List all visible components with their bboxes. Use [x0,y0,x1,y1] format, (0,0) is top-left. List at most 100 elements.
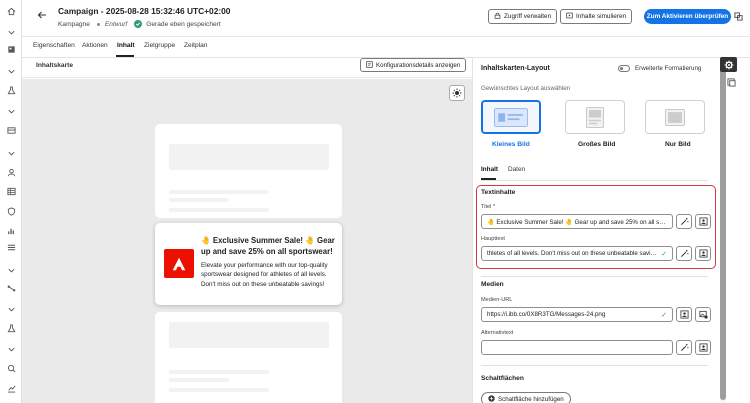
body-input[interactable]: thletes of all levels. Don't miss out on… [481,246,673,261]
layout-image-only[interactable] [645,100,705,134]
body-field-label: Haupttext [481,236,505,242]
card-body: Elevate your performance with our top-qu… [201,262,328,288]
skeleton-block [169,322,329,348]
chevron-down-icon[interactable] [5,264,17,276]
panel-title: Inhaltskarten-Layout [481,65,550,72]
media-url-input[interactable]: https://i.ibb.co/0X8R3TG/Messages-24.png… [481,307,673,322]
placeholder-card [155,312,342,403]
section-divider [481,365,708,366]
manage-access-button[interactable]: Zugriff verwalten [488,9,558,24]
tab-properties[interactable]: Eigenschaften [33,42,75,49]
review-activate-button[interactable]: Zum Aktivieren überprüfen [644,9,731,24]
ai-generate-button[interactable] [676,214,692,229]
layers-icon[interactable] [733,10,744,22]
skeleton-line [169,378,229,382]
content-card-preview[interactable]: 🤚 Exclusive Summer Sale! 🤚 Gear up and s… [155,223,342,305]
buttons-heading: Schaltflächen [481,375,524,382]
chevron-down-icon[interactable] [5,105,17,117]
text-content-heading: Textinhalte [481,189,516,196]
chevron-down-icon[interactable] [5,65,17,77]
alt-text-label: Alternativtext [481,330,514,336]
bar-chart-icon[interactable] [5,224,17,236]
small-image-layout-icon [494,107,528,127]
status-badge: Entwurf [104,20,128,28]
magic-wand-icon [680,343,688,352]
list-icon[interactable] [5,241,17,253]
title-input[interactable]: 🤚 Exclusive Summer Sale! 🤚 Gear up and s… [481,214,673,229]
skeleton-line [169,198,229,202]
scrollbar-thumb[interactable] [720,60,726,400]
advanced-formatting-toggle[interactable] [618,65,630,72]
profile-icon[interactable] [5,166,17,178]
subtab-content[interactable]: Inhalt [481,166,498,173]
personalize-icon [679,310,689,319]
tab-actions[interactable]: Aktionen [82,42,108,49]
status-dot-icon [96,22,100,26]
simulate-content-button[interactable]: Inhalte simulieren [560,9,633,24]
back-arrow-icon[interactable] [36,9,48,21]
flask-icon[interactable] [5,322,17,334]
layout-large-image[interactable] [565,100,625,134]
add-button-button[interactable]: Schaltfläche hinzufügen [481,392,571,403]
campaign-meta: Kampagne Entwurf Gerade eben gespeichert [58,20,221,28]
image-add-icon [698,310,708,319]
chevron-down-icon[interactable] [5,303,17,315]
select-asset-button[interactable] [695,307,711,322]
page-header: Campaign - 2025-08-28 15:32:46 UTC+02:00… [22,0,750,37]
skeleton-line [169,370,269,374]
active-tab-indicator [116,55,134,57]
grid-icon[interactable] [5,185,17,197]
journey-icon[interactable] [5,282,17,294]
tab-audience[interactable]: Zielgruppe [144,42,175,49]
layout-image-only-label: Nur Bild [665,141,691,148]
magic-wand-icon [680,249,688,258]
tab-content[interactable]: Inhalt [117,42,135,49]
check-icon: ✓ [661,250,667,258]
active-subtab-indicator [481,178,496,180]
tab-schedule[interactable]: Zeitplan [184,42,207,49]
subtab-divider [481,180,708,181]
advanced-formatting-label: Erweiterte Formatierung [635,65,702,72]
tab-bar: Eigenschaften Aktionen Inhalt Zielgruppe… [22,37,750,58]
show-config-label: Konfigurationsdetails anzeigen [376,61,461,69]
theme-toggle-icon[interactable] [449,85,465,101]
skeleton-block [169,144,329,170]
gear-icon[interactable] [720,57,737,72]
simulate-content-label: Inhalte simulieren [576,13,627,20]
add-button-label: Schaltfläche hinzufügen [498,395,564,403]
ai-generate-button[interactable] [676,246,692,261]
chevron-down-icon[interactable] [5,26,17,38]
show-config-button[interactable]: Konfigurationsdetails anzeigen [360,58,467,72]
media-heading: Medien [481,281,504,288]
personalize-button[interactable] [695,246,711,261]
flask-icon[interactable] [5,84,17,96]
chart-icon[interactable] [5,382,17,394]
personalize-icon [698,343,708,352]
manage-access-label: Zugriff verwalten [504,13,552,20]
subtab-data[interactable]: Daten [508,166,525,173]
table-icon[interactable] [5,124,17,136]
properties-panel: Inhaltskarten-Layout Erweiterte Formatie… [472,58,716,403]
config-icon [366,60,373,70]
magic-wand-icon [680,217,688,226]
ai-generate-button[interactable] [676,340,692,355]
canvas-header: Inhaltskarte Konfigurationsdetails anzei… [22,58,472,78]
chevron-down-icon[interactable] [5,147,17,159]
check-icon: ✓ [661,311,667,319]
assets-icon[interactable] [726,77,737,88]
saved-status: Gerade eben gespeichert [146,20,221,28]
large-image-layout-icon [586,106,604,128]
shield-icon[interactable] [5,205,17,217]
campaign-icon[interactable] [5,43,17,55]
page-title: Campaign - 2025-08-28 15:32:46 UTC+02:00 [58,6,231,16]
home-icon[interactable] [5,5,17,17]
layout-small-image[interactable] [481,100,541,134]
adobe-logo-icon [164,249,194,278]
personalize-button[interactable] [676,307,692,322]
personalize-icon [698,217,708,226]
personalize-button[interactable] [695,214,711,229]
personalize-button[interactable] [695,340,711,355]
search-settings-icon[interactable] [5,362,17,374]
chevron-down-icon[interactable] [5,343,17,355]
alt-text-input[interactable] [481,340,673,355]
